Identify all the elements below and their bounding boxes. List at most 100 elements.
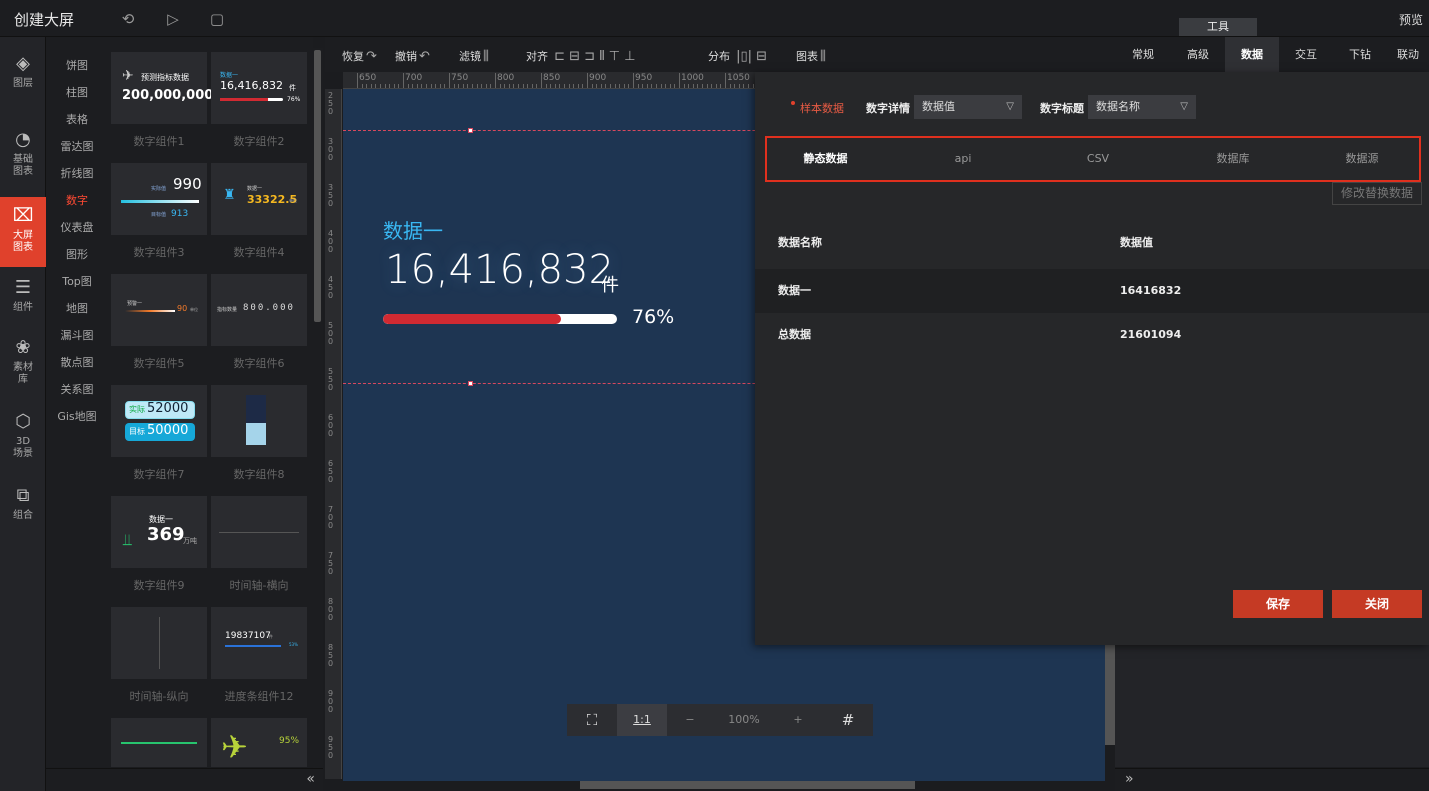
category-item[interactable]: 关系图 — [46, 381, 108, 397]
collapse-left-icon[interactable]: « — [306, 771, 315, 787]
vertical-ruler: 250 300 350 400 450 500 550 600 650 700 750 800 850 9… — [325, 89, 342, 779]
component-card[interactable]: ♜ 数据一 33322.5 单位 — [211, 163, 307, 235]
component-card[interactable]: 数据一 16,416,832 件 76% — [211, 52, 307, 124]
category-list: 饼图柱图表格雷达图折线图数字仪表盘图形 Top图地图漏斗图散点图关系图 Gis地图 — [46, 37, 108, 767]
component-label: 数字组件5 — [133, 357, 185, 370]
category-item[interactable]: 漏斗图 — [46, 327, 108, 343]
ruler-label: 950 — [635, 73, 653, 83]
ruler-label: 900 — [328, 689, 334, 714]
resize-handle[interactable] — [468, 381, 473, 386]
canvas-scrollbar-thumb[interactable] — [1105, 645, 1115, 745]
category-item[interactable]: 仪表盘 — [46, 219, 108, 235]
align-button[interactable]: 对齐 ⊏ ⊟ ⊐ ⫴ ⊤ ⊥ — [526, 48, 636, 64]
category-item[interactable]: 饼图 — [46, 57, 108, 73]
table-row[interactable]: 数据一 16416832 — [755, 269, 1429, 313]
category-item[interactable]: 散点图 — [46, 354, 108, 370]
category-item[interactable]: Gis地图 — [46, 408, 108, 424]
chart-button[interactable]: 图表 ⫼ — [796, 48, 826, 64]
widget-unit: 件 — [601, 275, 619, 296]
chart-icon: ⫼ — [820, 49, 826, 64]
undo-icon: ↶ — [419, 49, 430, 64]
component-card[interactable]: 预警一 90 单位 — [111, 274, 207, 346]
component-card[interactable] — [111, 607, 207, 679]
component-card[interactable]: ✈ 95% — [211, 718, 307, 767]
table-row[interactable]: 总数据 21601094 — [755, 313, 1429, 357]
data-panel: 样本数据 数字详情 数据值 ▽ 数字标题 数据名称 ▽ 静态数据 api CSV 数… — [755, 72, 1429, 645]
play-icon[interactable]: ▷ — [164, 10, 182, 28]
undo-button[interactable]: 撤销 ↶ — [395, 48, 430, 64]
tab-linkage[interactable]: 联动 — [1387, 37, 1429, 72]
tab-drilldown[interactable]: 下钻 — [1333, 37, 1387, 72]
detail-select[interactable]: 数据值 ▽ — [914, 95, 1022, 119]
layers-icon: ◈ — [16, 53, 30, 74]
fit-screen-icon[interactable]: ⛶ — [567, 704, 617, 736]
ruler-label: 850 — [328, 643, 334, 668]
preview-button[interactable]: 预览 — [1399, 11, 1423, 28]
component-card[interactable]: 指标数量 800.000 — [211, 274, 307, 346]
category-item[interactable]: 图形 — [46, 246, 108, 262]
nav-assets[interactable]: ❀ 素材 库 — [0, 337, 46, 393]
nav-3d-scene[interactable]: ⬡ 3D 场景 — [0, 411, 46, 467]
category-item[interactable]: 雷达图 — [46, 138, 108, 154]
scrollbar-thumb[interactable] — [314, 50, 321, 322]
nav-basic-charts[interactable]: ◔ 基础 图表 — [0, 129, 46, 183]
component-label: 数字组件2 — [233, 135, 285, 148]
component-card[interactable]: 实际 52000 目标 50000 — [111, 385, 207, 457]
canvas-hscrollbar-thumb[interactable] — [580, 781, 915, 789]
restore-button[interactable]: 恢复 ↷ — [342, 48, 377, 64]
resize-handle[interactable] — [468, 128, 473, 133]
category-item[interactable]: 表格 — [46, 111, 108, 127]
component-card[interactable] — [111, 718, 207, 767]
tab-interaction[interactable]: 交互 — [1279, 37, 1333, 72]
tab-general[interactable]: 常规 — [1115, 37, 1171, 72]
close-button[interactable]: 关闭 — [1332, 590, 1422, 618]
distribute-button[interactable]: 分布 |▯| ⊟ — [708, 48, 767, 64]
zoom-in-button[interactable]: + — [775, 704, 821, 736]
nav-group[interactable]: ⧉ 组合 — [0, 485, 46, 529]
undo-icon[interactable]: ⟲ — [119, 10, 137, 28]
ratio-button[interactable]: 1:1 — [617, 704, 667, 736]
tab-database[interactable]: 数据库 — [1168, 138, 1298, 180]
nav-screen-charts[interactable]: ⌧ 大屏 图表 — [0, 197, 46, 267]
category-item[interactable]: 折线图 — [46, 165, 108, 181]
component-label: 数字组件3 — [133, 246, 185, 259]
app-title: 创建大屏 — [14, 11, 75, 29]
property-tabs: 常规 高级 数据 交互 下钻 联动 — [1115, 37, 1429, 72]
ruler-label: 450 — [328, 275, 334, 300]
align-icons: ⊏ ⊟ ⊐ ⫴ ⊤ ⊥ — [550, 49, 636, 64]
ruler-label: 350 — [328, 183, 334, 208]
filter-button[interactable]: 滤镜 ⫼ — [459, 48, 489, 64]
category-item[interactable]: 柱图 — [46, 84, 108, 100]
save-button[interactable]: 保存 — [1233, 590, 1323, 618]
tab-datasource[interactable]: 数据源 — [1303, 138, 1421, 180]
component-card[interactable]: 实际值 990 目标值 913 — [111, 163, 207, 235]
replace-data-button[interactable]: 修改替换数据 — [1332, 182, 1422, 205]
expand-right-icon[interactable]: » — [1125, 771, 1134, 787]
grid-icon[interactable]: # — [823, 704, 873, 736]
nav-components[interactable]: ☰ 组件 — [0, 277, 46, 321]
tab-advanced[interactable]: 高级 — [1171, 37, 1225, 72]
editor-toolbar: 恢复 ↷ 撤销 ↶ 滤镜 ⫼ 对齐 ⊏ ⊟ ⊐ ⫴ ⊤ ⊥ 分布 |▯| ⊟ 图表 ⫼ — [325, 37, 1115, 72]
category-item[interactable]: Top图 — [46, 273, 108, 289]
title-label: 数字标题 — [1040, 102, 1084, 115]
ruler-label: 550 — [328, 367, 334, 392]
tab-csv[interactable]: CSV — [1033, 138, 1163, 180]
component-card[interactable] — [211, 385, 307, 457]
component-card[interactable]: ✈ 预测指标数据 200,000,000 — [111, 52, 213, 124]
component-card[interactable]: ⫫ 数据一 369 万吨 — [111, 496, 207, 568]
tab-static-data[interactable]: 静态数据 — [767, 138, 884, 180]
sample-data-label[interactable]: 样本数据 — [800, 100, 844, 116]
ruler-label: 900 — [589, 73, 607, 83]
tab-api[interactable]: api — [898, 138, 1028, 180]
nav-layers[interactable]: ◈ 图层 — [0, 53, 46, 103]
ruler-label: 750 — [451, 73, 469, 83]
component-card[interactable]: 19837107 件 53% — [211, 607, 307, 679]
component-card[interactable] — [211, 496, 307, 568]
tools-tab[interactable]: 工具 — [1179, 18, 1257, 36]
zoom-out-button[interactable]: − — [667, 704, 713, 736]
category-item[interactable]: 数字 — [46, 192, 108, 208]
tab-data[interactable]: 数据 — [1225, 37, 1279, 72]
category-item[interactable]: 地图 — [46, 300, 108, 316]
save-icon[interactable]: ▢ — [208, 10, 226, 28]
title-select[interactable]: 数据名称 ▽ — [1088, 95, 1196, 119]
